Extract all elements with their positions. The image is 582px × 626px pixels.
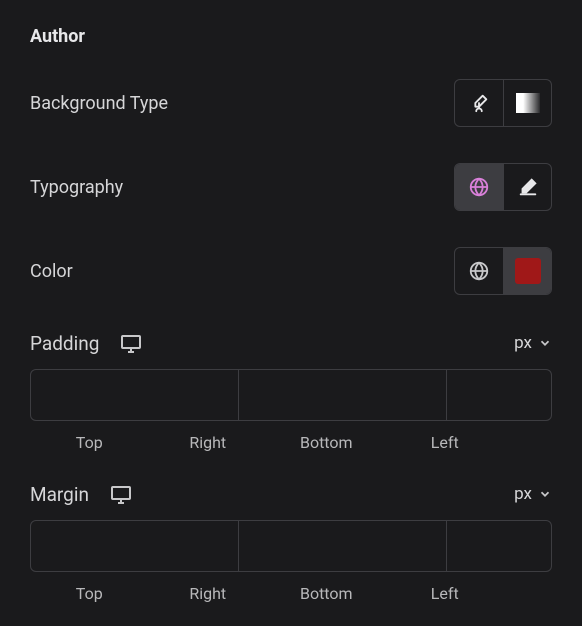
padding-right-sublabel: Right (149, 433, 268, 452)
section-title: Author (30, 26, 552, 47)
color-row: Color (30, 247, 552, 295)
color-swatch (515, 258, 541, 284)
color-group (454, 247, 552, 295)
padding-bottom-input[interactable] (447, 370, 552, 420)
chevron-down-icon (538, 336, 552, 350)
margin-top-sublabel: Top (30, 584, 149, 603)
margin-section: Margin px Top Right Bottom Left (30, 482, 552, 603)
background-classic-button[interactable] (455, 80, 503, 126)
padding-right-input[interactable] (239, 370, 447, 420)
padding-bottom-sublabel: Bottom (267, 433, 386, 452)
background-type-label: Background Type (30, 93, 168, 114)
desktop-icon[interactable] (119, 331, 143, 355)
padding-sublabels: Top Right Bottom Left (30, 433, 552, 452)
margin-unit-select[interactable]: px (514, 484, 552, 504)
padding-top-sublabel: Top (30, 433, 149, 452)
margin-bottom-input[interactable] (447, 521, 552, 571)
pencil-icon (517, 176, 539, 198)
color-global-button[interactable] (455, 248, 503, 294)
padding-inputs (30, 369, 552, 421)
background-type-row: Background Type (30, 79, 552, 127)
typography-row: Typography (30, 163, 552, 211)
background-gradient-button[interactable] (503, 80, 551, 126)
margin-unit-value: px (514, 484, 532, 504)
typography-label: Typography (30, 177, 123, 198)
padding-label: Padding (30, 332, 99, 355)
brush-icon (468, 92, 490, 114)
color-picker-button[interactable] (503, 248, 551, 294)
chevron-down-icon (538, 487, 552, 501)
background-type-group (454, 79, 552, 127)
margin-bottom-sublabel: Bottom (267, 584, 386, 603)
margin-label: Margin (30, 483, 89, 506)
padding-left-sublabel: Left (386, 433, 505, 452)
gradient-icon (516, 93, 540, 113)
margin-top-input[interactable] (31, 521, 239, 571)
margin-right-sublabel: Right (149, 584, 268, 603)
padding-unit-select[interactable]: px (514, 333, 552, 353)
typography-group (454, 163, 552, 211)
margin-inputs (30, 520, 552, 572)
margin-right-input[interactable] (239, 521, 447, 571)
padding-unit-value: px (514, 333, 532, 353)
color-label: Color (30, 261, 73, 282)
margin-left-sublabel: Left (386, 584, 505, 603)
margin-header: Margin px (30, 482, 552, 506)
globe-icon (468, 176, 490, 198)
globe-icon (468, 260, 490, 282)
typography-edit-button[interactable] (503, 164, 551, 210)
desktop-icon[interactable] (109, 482, 133, 506)
margin-sublabels: Top Right Bottom Left (30, 584, 552, 603)
typography-global-button[interactable] (455, 164, 503, 210)
padding-top-input[interactable] (31, 370, 239, 420)
padding-header: Padding px (30, 331, 552, 355)
padding-section: Padding px Top Right Bottom Left (30, 331, 552, 452)
